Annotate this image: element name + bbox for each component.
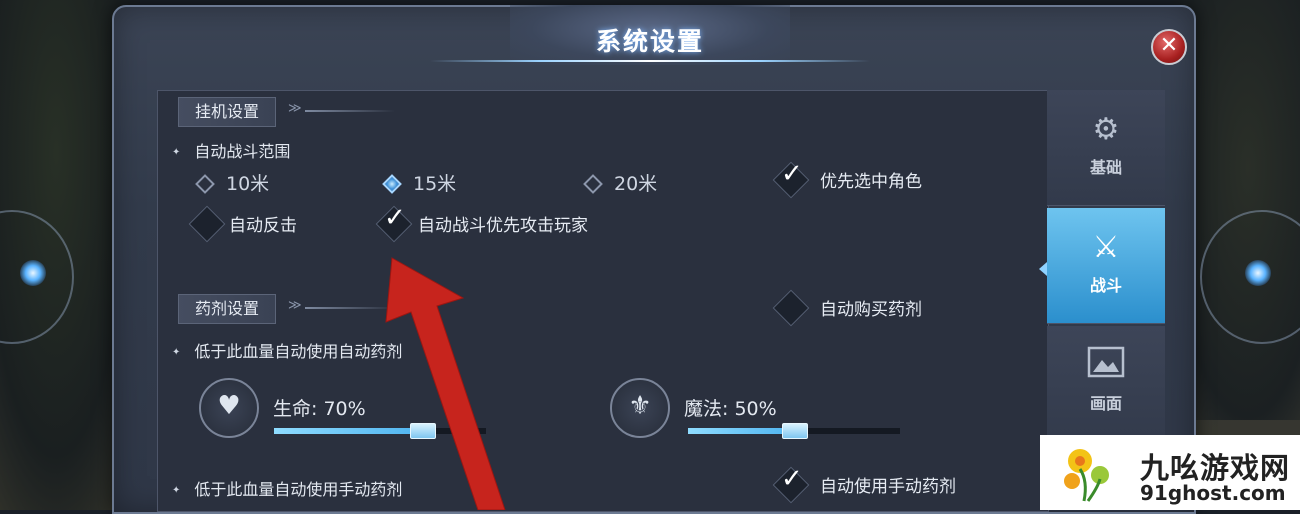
annotation-arrow (385, 257, 506, 510)
watermark-url: 91ghost.com (1140, 481, 1286, 505)
flower-logo-icon (1064, 449, 1109, 502)
arrow-shape (385, 257, 506, 510)
watermark: 九吆游戏网 91ghost.com (1040, 435, 1300, 510)
